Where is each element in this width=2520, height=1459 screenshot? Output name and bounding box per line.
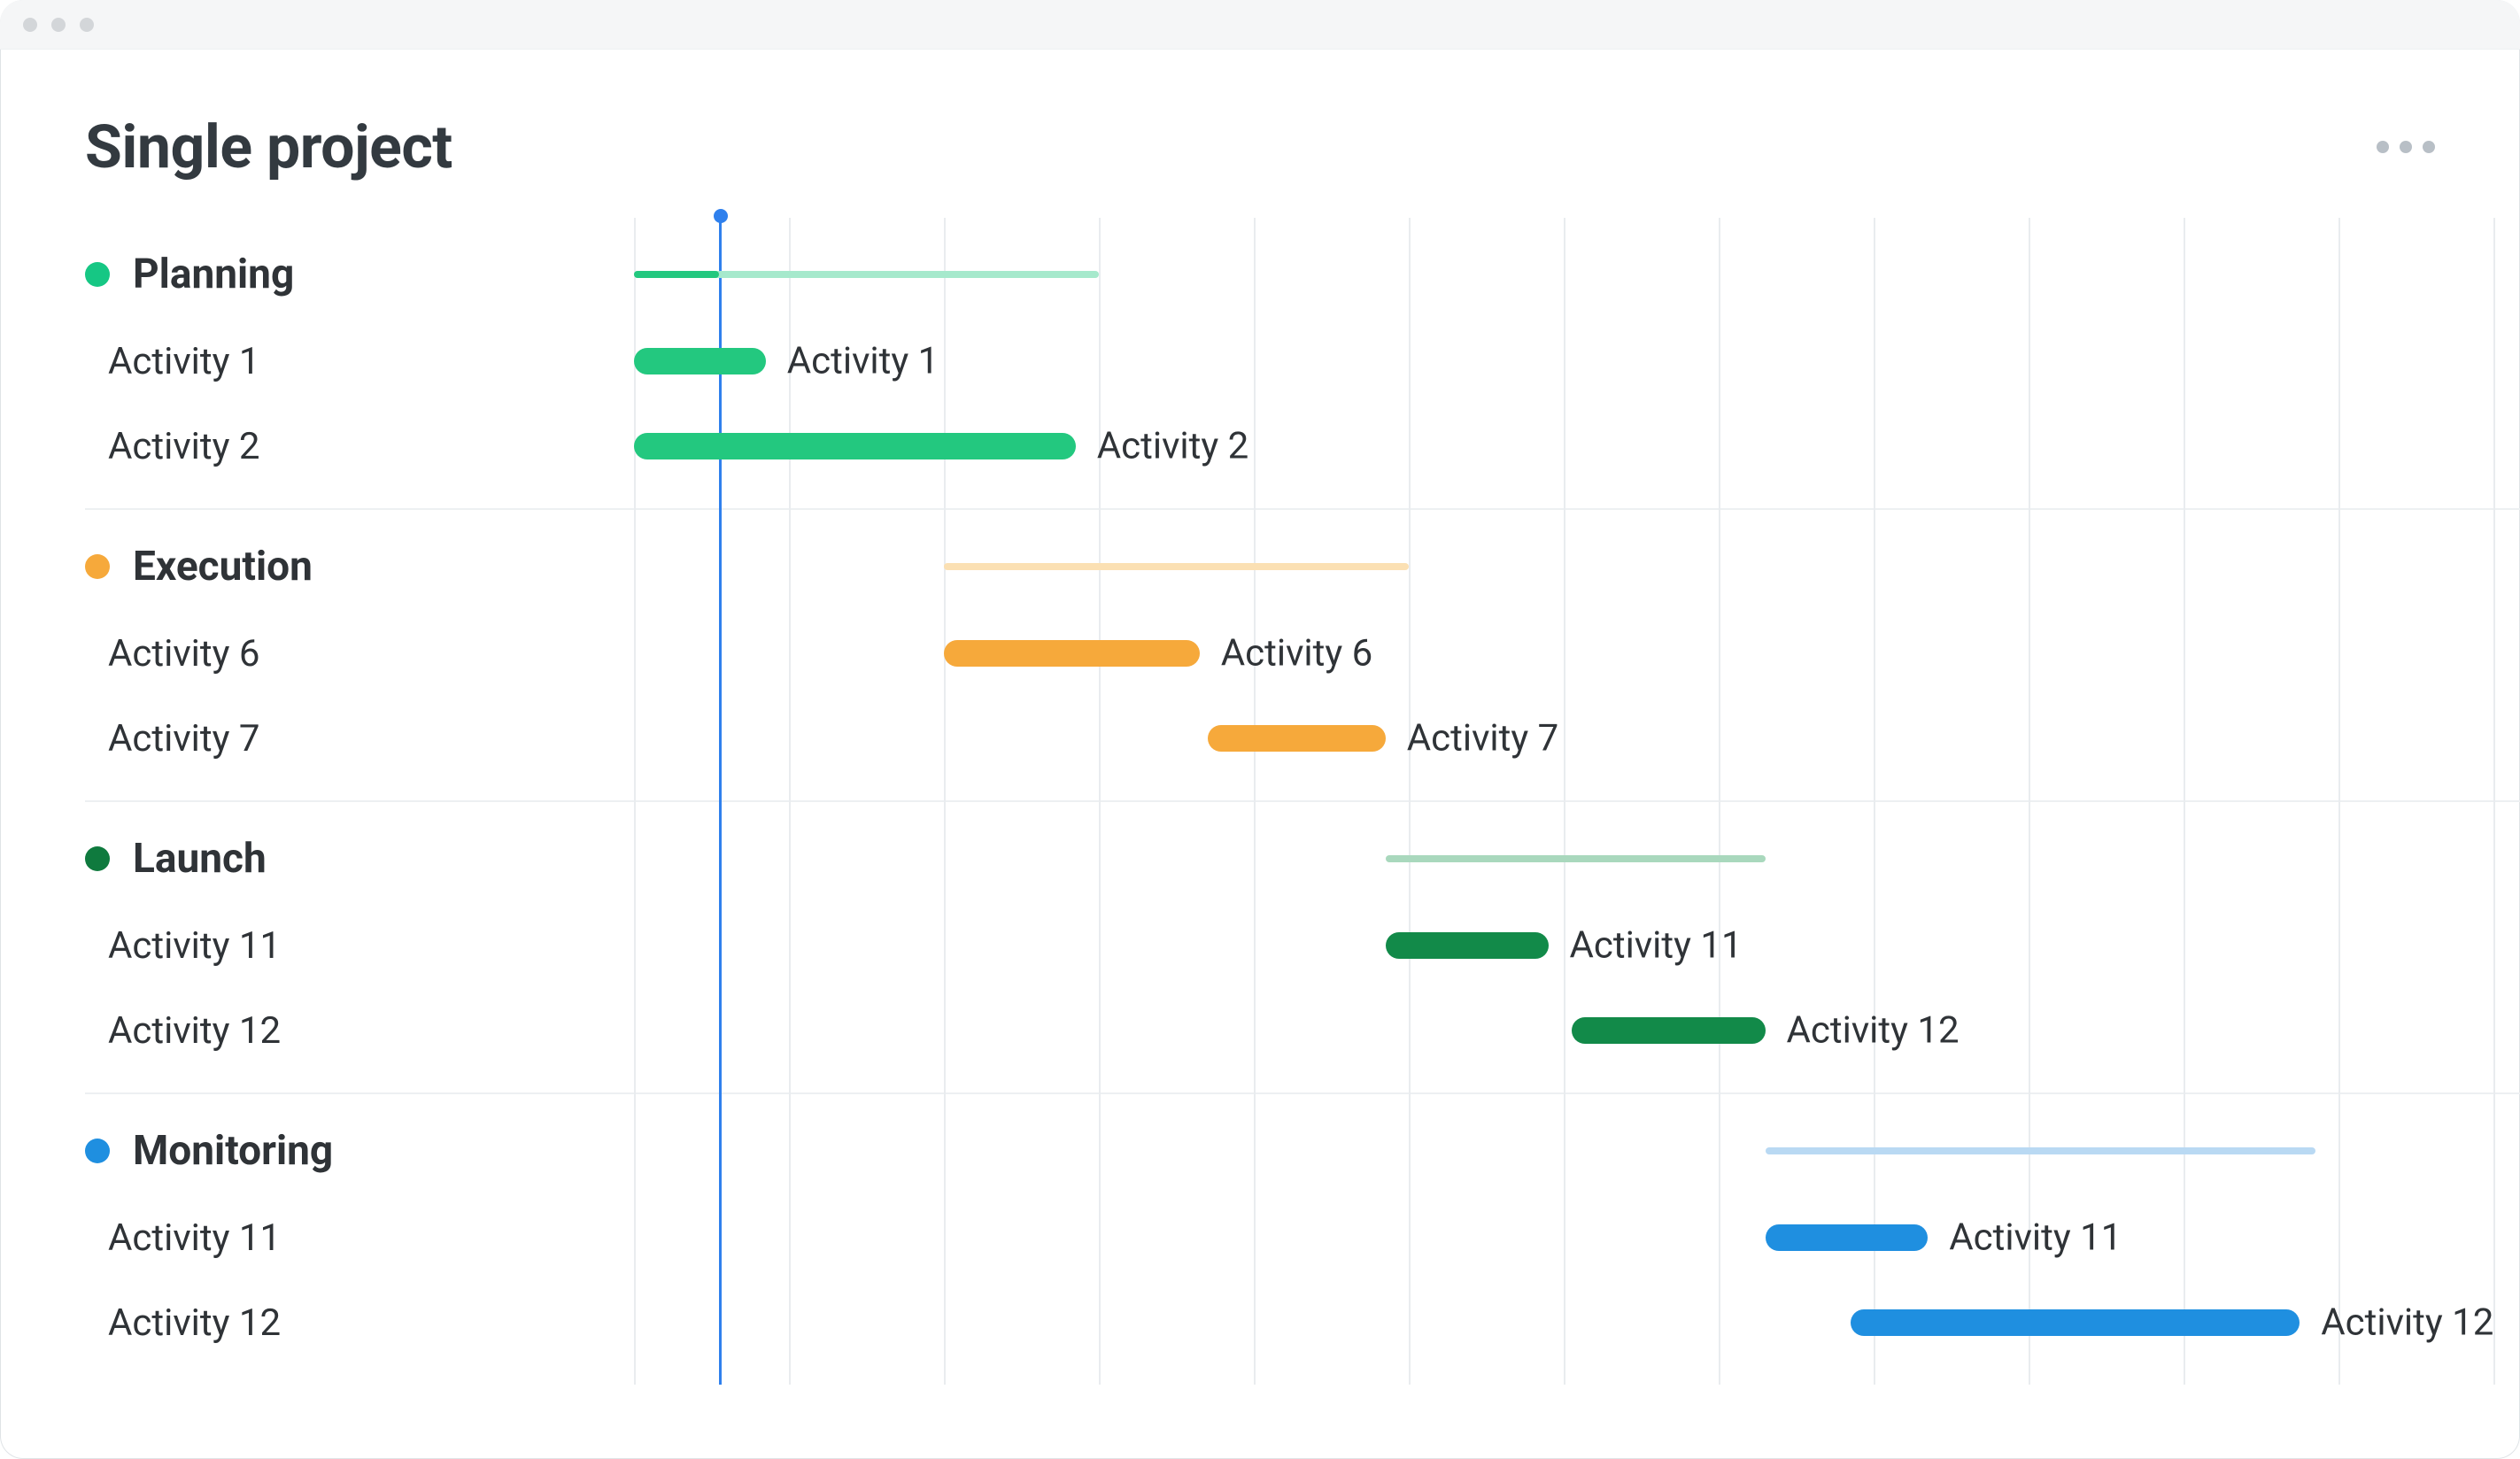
header: Single project xyxy=(0,50,2520,218)
activity-label: Activity 12 xyxy=(85,1009,634,1053)
activity-bar[interactable] xyxy=(1766,1224,1929,1251)
activity-row[interactable]: Activity 12 Activity 12 xyxy=(85,1280,2520,1365)
phase-name: Execution xyxy=(133,543,313,591)
activity-bar-label: Activity 12 xyxy=(2321,1301,2493,1345)
activity-bar-label: Activity 12 xyxy=(1787,1009,1960,1053)
activity-row[interactable]: Activity 7 Activity 7 xyxy=(85,696,2520,781)
phase-summary-bar[interactable] xyxy=(634,271,1099,278)
phase-label: Launch xyxy=(85,835,634,883)
activity-bar-label: Activity 2 xyxy=(1097,425,1249,468)
activity-row[interactable]: Activity 12 Activity 12 xyxy=(85,988,2520,1073)
activity-row[interactable]: Activity 11 Activity 11 xyxy=(85,1195,2520,1280)
phase-block-execution: ExecutionActivity 6Activity 6Activity 7A… xyxy=(85,508,2520,800)
activity-label: Activity 11 xyxy=(85,1216,634,1260)
page-title: Single project xyxy=(85,112,452,182)
phase-name: Launch xyxy=(133,835,267,883)
activity-row[interactable]: Activity 11 Activity 11 xyxy=(85,903,2520,988)
phase-summary-track xyxy=(634,814,2520,903)
activity-name: Activity 11 xyxy=(108,924,281,968)
phase-row[interactable]: Launch xyxy=(85,814,2520,903)
activity-bar[interactable] xyxy=(1208,725,1386,752)
activity-name: Activity 2 xyxy=(108,425,260,468)
activity-bar[interactable] xyxy=(1386,932,1549,959)
activity-bar-label: Activity 7 xyxy=(1407,717,1559,760)
ellipsis-icon xyxy=(2400,141,2412,153)
activity-track: Activity 1 xyxy=(634,319,2520,404)
activity-bar[interactable] xyxy=(634,433,1076,459)
activity-label: Activity 2 xyxy=(85,425,634,468)
phase-name: Monitoring xyxy=(133,1127,333,1175)
phase-row[interactable]: Planning xyxy=(85,230,2520,319)
activity-name: Activity 11 xyxy=(108,1216,281,1260)
phase-block-launch: LaunchActivity 11Activity 11Activity 12A… xyxy=(85,800,2520,1092)
activity-bar-label: Activity 6 xyxy=(1221,632,1373,675)
phase-summary-bar[interactable] xyxy=(1766,1147,2315,1154)
activity-track: Activity 11 xyxy=(634,903,2520,988)
phase-summary-track xyxy=(634,230,2520,319)
activity-track: Activity 2 xyxy=(634,404,2520,489)
phase-summary-track xyxy=(634,522,2520,611)
phase-label: Planning xyxy=(85,251,634,298)
ellipsis-icon xyxy=(2423,141,2435,153)
activity-name: Activity 1 xyxy=(108,340,260,383)
activity-track: Activity 11 xyxy=(634,1195,2520,1280)
phase-summary-track xyxy=(634,1107,2520,1195)
activity-track: Activity 12 xyxy=(634,988,2520,1073)
activity-row[interactable]: Activity 1 Activity 1 xyxy=(85,319,2520,404)
activity-bar[interactable] xyxy=(1572,1017,1766,1044)
ellipsis-icon xyxy=(2377,141,2389,153)
traffic-light-icon xyxy=(80,18,94,32)
gantt-timeline: PlanningActivity 1Activity 1Activity 2Ac… xyxy=(0,218,2520,1385)
activity-name: Activity 6 xyxy=(108,632,260,675)
more-menu-button[interactable] xyxy=(2377,141,2435,153)
activity-bar-label: Activity 1 xyxy=(787,340,939,383)
activity-bar-label: Activity 11 xyxy=(1570,924,1743,968)
phase-label: Execution xyxy=(85,543,634,591)
activity-bar[interactable] xyxy=(1851,1309,2300,1336)
app-window: Single project PlanningActivity 1Activit… xyxy=(0,0,2520,1459)
phase-label: Monitoring xyxy=(85,1127,634,1175)
phase-row[interactable]: Monitoring xyxy=(85,1107,2520,1195)
activity-bar[interactable] xyxy=(634,348,766,374)
traffic-light-icon xyxy=(51,18,66,32)
phase-color-icon xyxy=(85,554,110,579)
activity-bar-label: Activity 11 xyxy=(1949,1216,2122,1260)
activity-name: Activity 12 xyxy=(108,1301,281,1345)
activity-label: Activity 11 xyxy=(85,924,634,968)
activity-name: Activity 12 xyxy=(108,1009,281,1053)
activity-track: Activity 6 xyxy=(634,611,2520,696)
phase-name: Planning xyxy=(133,251,294,298)
activity-label: Activity 1 xyxy=(85,340,634,383)
phase-color-icon xyxy=(85,846,110,871)
phase-row[interactable]: Execution xyxy=(85,522,2520,611)
activity-bar[interactable] xyxy=(944,640,1200,667)
activity-name: Activity 7 xyxy=(108,717,260,760)
activity-track: Activity 12 xyxy=(634,1280,2520,1365)
traffic-light-icon xyxy=(23,18,37,32)
phase-block-planning: PlanningActivity 1Activity 1Activity 2Ac… xyxy=(85,218,2520,508)
phase-color-icon xyxy=(85,1139,110,1163)
phase-color-icon xyxy=(85,262,110,287)
phase-summary-bar[interactable] xyxy=(1386,855,1766,862)
activity-track: Activity 7 xyxy=(634,696,2520,781)
activity-row[interactable]: Activity 2 Activity 2 xyxy=(85,404,2520,489)
activity-label: Activity 7 xyxy=(85,717,634,760)
phase-block-monitoring: MonitoringActivity 11Activity 11Activity… xyxy=(85,1092,2520,1385)
activity-label: Activity 6 xyxy=(85,632,634,675)
phase-summary-bar[interactable] xyxy=(944,563,1409,570)
titlebar xyxy=(0,0,2520,50)
activity-row[interactable]: Activity 6 Activity 6 xyxy=(85,611,2520,696)
activity-label: Activity 12 xyxy=(85,1301,634,1345)
content: Single project PlanningActivity 1Activit… xyxy=(0,50,2520,1385)
